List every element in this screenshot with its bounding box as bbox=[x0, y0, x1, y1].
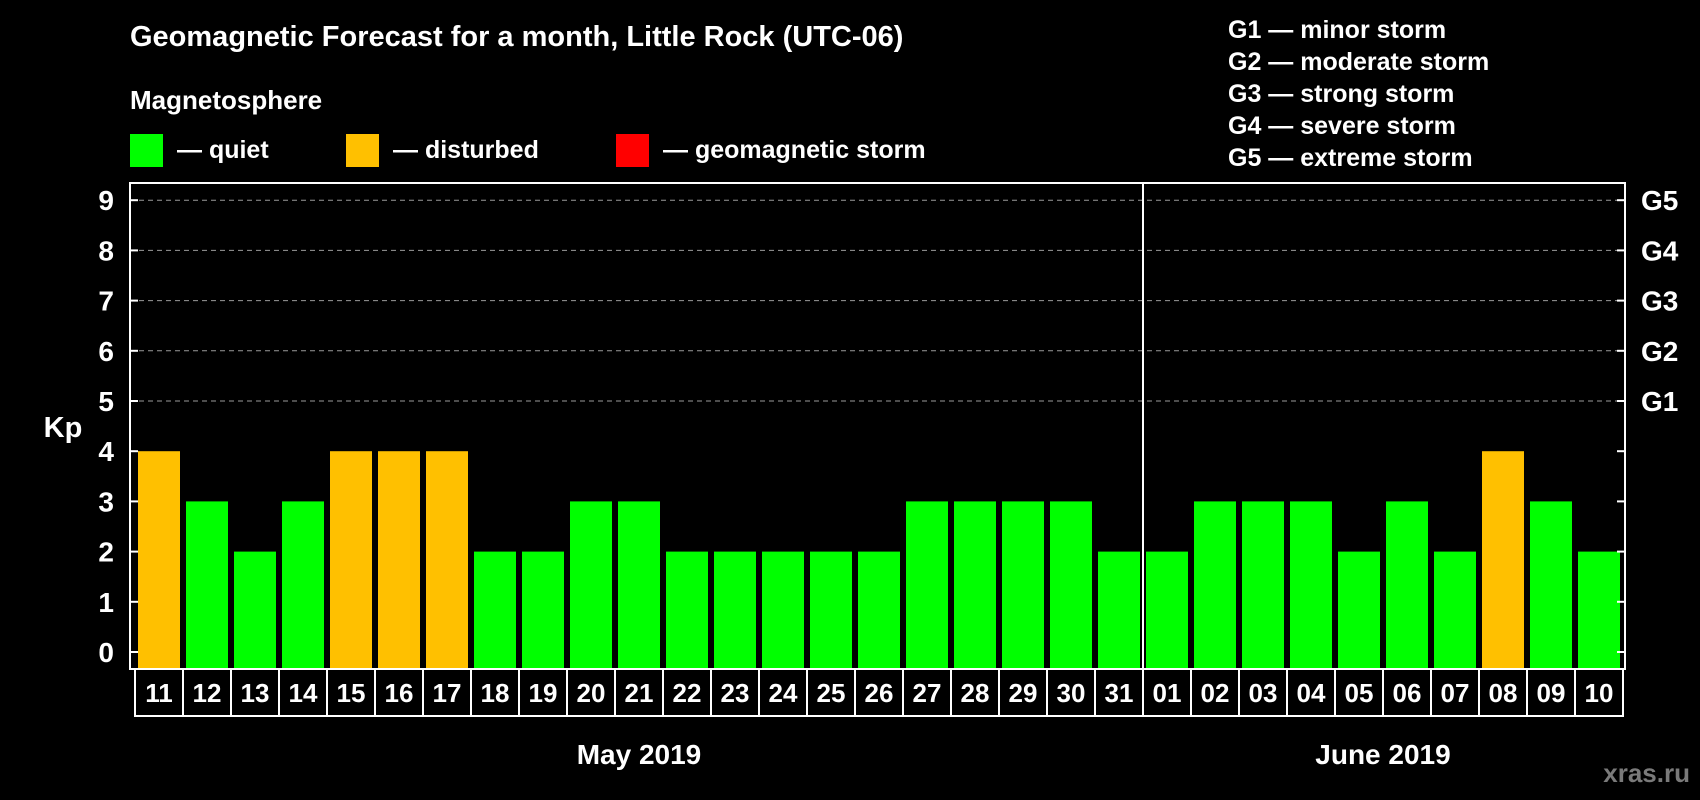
bar-18-may bbox=[474, 551, 516, 668]
y-tick-label-7: 7 bbox=[98, 286, 114, 317]
right-axis-label-G4: G4 bbox=[1641, 235, 1679, 266]
storm-scale-item-3: G3 — strong storm bbox=[1228, 80, 1454, 108]
bar-07-june bbox=[1434, 551, 1476, 668]
legend-label-1: — disturbed bbox=[393, 136, 539, 164]
bar-29-may bbox=[1002, 501, 1044, 668]
x-tick-label-20: 20 bbox=[577, 678, 606, 708]
x-tick-label-21: 21 bbox=[625, 678, 654, 708]
y-tick-label-8: 8 bbox=[98, 235, 114, 266]
bar-03-june bbox=[1242, 501, 1284, 668]
storm-scale-item-1: G1 — minor storm bbox=[1228, 16, 1446, 44]
bar-05-june bbox=[1338, 551, 1380, 668]
bar-09-june bbox=[1530, 501, 1572, 668]
bar-14-may bbox=[282, 501, 324, 668]
x-tick-label-24: 24 bbox=[769, 678, 798, 708]
bar-17-may bbox=[426, 451, 468, 668]
legend-swatch-0 bbox=[130, 134, 163, 167]
bar-16-may bbox=[378, 451, 420, 668]
bar-08-june bbox=[1482, 451, 1524, 668]
x-tick-label-18: 18 bbox=[481, 678, 510, 708]
x-tick-label-23: 23 bbox=[721, 678, 750, 708]
x-tick-label-16: 16 bbox=[385, 678, 414, 708]
legend-swatch-1 bbox=[346, 134, 379, 167]
legend-title: Magnetosphere bbox=[130, 85, 322, 115]
x-tick-label-29: 29 bbox=[1009, 678, 1038, 708]
y-tick-label-4: 4 bbox=[98, 436, 114, 467]
bar-10-june bbox=[1578, 551, 1620, 668]
month-label-0: May 2019 bbox=[577, 739, 702, 770]
bar-13-may bbox=[234, 551, 276, 668]
storm-scale-item-4: G4 — severe storm bbox=[1228, 112, 1456, 140]
bar-23-may bbox=[714, 551, 756, 668]
storm-scale-item-2: G2 — moderate storm bbox=[1228, 48, 1489, 76]
x-tick-label-11: 11 bbox=[145, 678, 173, 708]
right-axis-label-G2: G2 bbox=[1641, 336, 1678, 367]
y-tick-label-9: 9 bbox=[98, 185, 114, 216]
bar-31-may bbox=[1098, 551, 1140, 668]
bar-22-may bbox=[666, 551, 708, 668]
x-tick-label-22: 22 bbox=[673, 678, 702, 708]
x-tick-label-04: 04 bbox=[1297, 678, 1326, 708]
bar-28-may bbox=[954, 501, 996, 668]
y-tick-label-6: 6 bbox=[98, 336, 114, 367]
y-tick-label-0: 0 bbox=[98, 637, 114, 668]
x-tick-label-07: 07 bbox=[1441, 678, 1470, 708]
bar-02-june bbox=[1194, 501, 1236, 668]
bar-12-may bbox=[186, 501, 228, 668]
y-tick-label-5: 5 bbox=[98, 386, 114, 417]
x-tick-label-19: 19 bbox=[529, 678, 558, 708]
x-tick-label-01: 01 bbox=[1153, 678, 1182, 708]
bar-20-may bbox=[570, 501, 612, 668]
bar-19-may bbox=[522, 551, 564, 668]
y-tick-label-2: 2 bbox=[98, 537, 114, 568]
bar-27-may bbox=[906, 501, 948, 668]
x-tick-label-10: 10 bbox=[1585, 678, 1614, 708]
bar-26-may bbox=[858, 551, 900, 668]
right-axis-label-G5: G5 bbox=[1641, 185, 1678, 216]
month-label-1: June 2019 bbox=[1315, 739, 1450, 770]
x-tick-label-30: 30 bbox=[1057, 678, 1086, 708]
y-tick-label-3: 3 bbox=[98, 486, 114, 517]
bar-01-june bbox=[1146, 551, 1188, 668]
x-tick-label-15: 15 bbox=[337, 678, 366, 708]
x-tick-label-31: 31 bbox=[1105, 678, 1134, 708]
storm-scale-item-5: G5 — extreme storm bbox=[1228, 144, 1473, 172]
right-axis-label-G3: G3 bbox=[1641, 286, 1678, 317]
chart-title: Geomagnetic Forecast for a month, Little… bbox=[130, 21, 903, 53]
geomagnetic-forecast-chart: Geomagnetic Forecast for a month, Little… bbox=[0, 0, 1700, 800]
x-tick-label-14: 14 bbox=[289, 678, 318, 708]
bar-25-may bbox=[810, 551, 852, 668]
x-tick-label-05: 05 bbox=[1345, 678, 1374, 708]
bar-30-may bbox=[1050, 501, 1092, 668]
bar-24-may bbox=[762, 551, 804, 668]
x-tick-label-03: 03 bbox=[1249, 678, 1278, 708]
legend-label-2: — geomagnetic storm bbox=[663, 136, 926, 164]
bar-06-june bbox=[1386, 501, 1428, 668]
x-tick-label-09: 09 bbox=[1537, 678, 1566, 708]
bar-04-june bbox=[1290, 501, 1332, 668]
bar-15-may bbox=[330, 451, 372, 668]
bar-11-may bbox=[138, 451, 180, 668]
legend-swatch-2 bbox=[616, 134, 649, 167]
bar-21-may bbox=[618, 501, 660, 668]
x-tick-label-06: 06 bbox=[1393, 678, 1422, 708]
x-tick-label-13: 13 bbox=[241, 678, 270, 708]
legend-label-0: — quiet bbox=[177, 136, 269, 164]
legend: — quiet — disturbed — geomagnetic storm bbox=[130, 134, 926, 167]
x-tick-label-27: 27 bbox=[913, 678, 942, 708]
x-tick-label-26: 26 bbox=[865, 678, 894, 708]
x-tick-label-28: 28 bbox=[961, 678, 990, 708]
x-tick-label-25: 25 bbox=[817, 678, 846, 708]
right-axis-label-G1: G1 bbox=[1641, 386, 1678, 417]
x-tick-label-17: 17 bbox=[433, 678, 462, 708]
x-tick-label-08: 08 bbox=[1489, 678, 1518, 708]
y-tick-label-1: 1 bbox=[98, 587, 114, 618]
watermark: xras.ru bbox=[1603, 758, 1690, 788]
x-tick-label-02: 02 bbox=[1201, 678, 1230, 708]
y-axis-label: Kp bbox=[44, 412, 83, 444]
x-tick-label-12: 12 bbox=[193, 678, 222, 708]
